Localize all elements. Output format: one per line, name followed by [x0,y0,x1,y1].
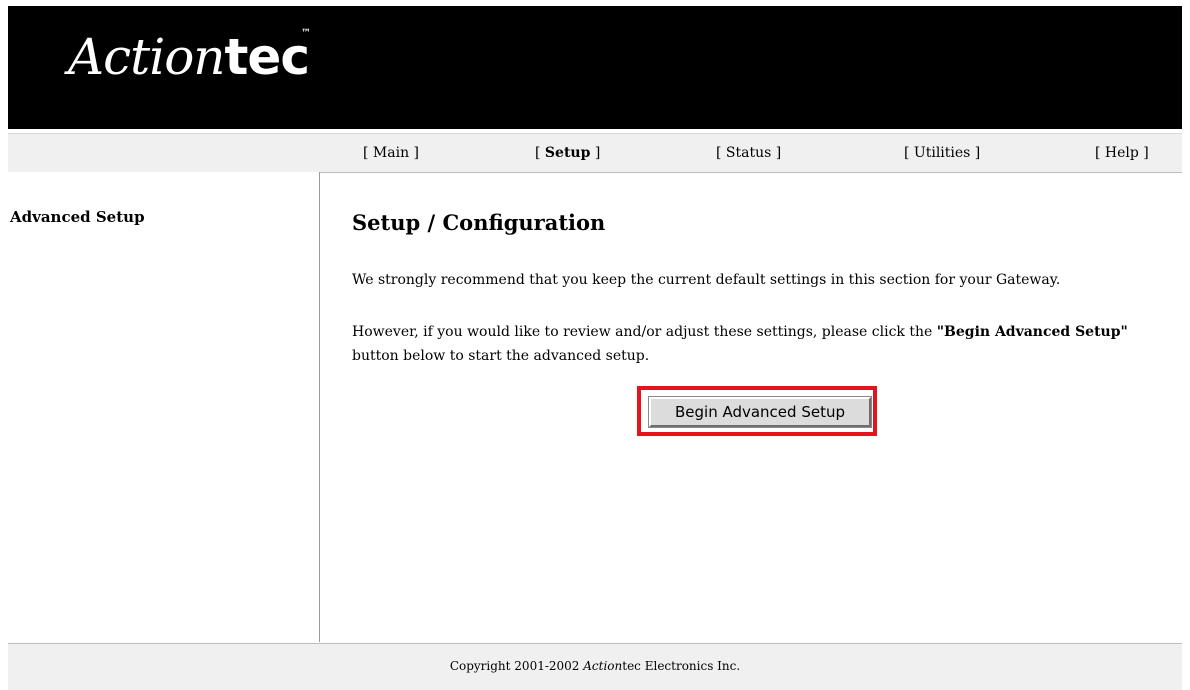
page-title: Setup / Configuration [352,210,606,235]
nav-setup[interactable]: [ Setup ] [535,145,600,161]
nav-setup-label[interactable]: Setup [545,145,590,161]
main-content: Setup / Configuration We strongly recomm… [320,172,1182,642]
nav-help-label[interactable]: Help [1105,145,1139,161]
instruction-text: However, if you would like to review and… [352,324,1128,364]
top-nav: [ Main ] [ Setup ] [ Status ] [ Utilitie… [8,133,1182,173]
trademark-mark: ™ [300,28,311,39]
nav-utilities-label[interactable]: Utilities [914,145,970,161]
page-frame: Actiontec ™ [ Main ] [ Setup ] [ Status … [8,6,1182,690]
sidebar-title: Advanced Setup [10,208,145,226]
nav-help[interactable]: [ Help ] [1095,145,1149,161]
begin-advanced-setup-button[interactable]: Begin Advanced Setup [648,396,872,428]
nav-main[interactable]: [ Main ] [363,145,419,161]
copyright-text: Copyright 2001-2002 Actiontec Electronic… [449,659,741,673]
logo-bold-text: tec [224,28,310,86]
recommendation-text: We strongly recommend that you keep the … [352,272,1061,288]
header-banner: Actiontec ™ [8,6,1182,129]
nav-status-label[interactable]: Status [726,145,771,161]
nav-utilities[interactable]: [ Utilities ] [904,145,980,161]
footer: Copyright 2001-2002 Actiontec Electronic… [8,643,1182,690]
logo-script-text: Action [68,28,225,86]
actiontec-logo: Actiontec ™ [68,28,311,98]
nav-status[interactable]: [ Status ] [716,145,781,161]
sidebar: Advanced Setup [8,172,320,642]
nav-main-label[interactable]: Main [373,145,409,161]
